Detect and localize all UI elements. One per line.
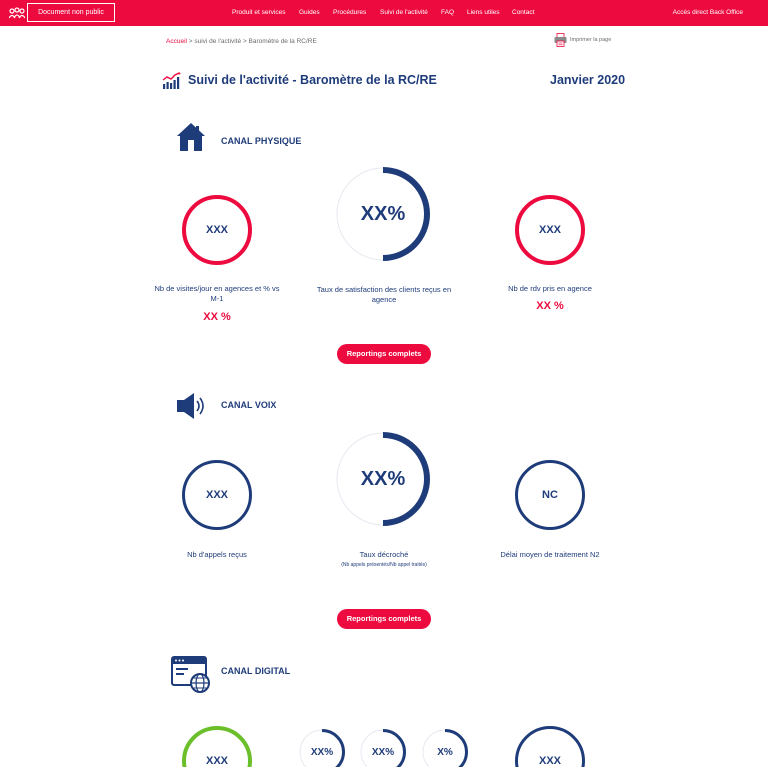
top-bar: Document non public Produit et services … [0,0,768,26]
metric-rdv-kpi: XX % [536,300,564,312]
page-date: Janvier 2020 [550,73,626,87]
metric-rdv-value: XXX [538,224,561,236]
nav-faq[interactable]: FAQ [441,9,454,16]
metric-digital-3-gauge: XX% [359,728,407,767]
metric-calls-ring: XXX [182,460,252,530]
metric-digital-1-value: XXX [205,755,228,767]
metric-digital-3-value: XX% [371,746,395,758]
back-office-link[interactable]: Accès direct Back Office [673,9,743,16]
metric-digital-4-value: X% [437,746,453,758]
section-title-digital: CANAL DIGITAL [221,666,291,676]
metric-digital-5-value: XXX [538,755,561,767]
metric-digital-2-gauge: XX% [298,728,346,767]
reportings-complets-button-physique[interactable]: Reportings complets [337,344,431,364]
print-page-button[interactable]: Imprimer la page [554,33,611,47]
metric-visits-kpi: XX % [203,311,231,323]
document-non-public-button[interactable]: Document non public [27,3,115,22]
breadcrumb-trail: > suivi de l'activité > Baromètre de la … [186,38,317,45]
group-logo-icon[interactable] [9,7,25,19]
metric-satisfaction-value: XX% [360,202,406,225]
printer-icon [554,33,567,47]
metric-visits-label: Nb de visites/jour en agences et % vs M-… [154,284,280,303]
metric-digital-2-value: XX% [310,746,334,758]
nav-guides[interactable]: Guides [299,9,320,16]
metric-rdv-label: Nb de rdv pris en agence [508,284,592,293]
nav-liens-utiles[interactable]: Liens utiles [467,9,500,16]
metric-calls-label: Nb d'appels reçus [187,550,247,559]
breadcrumb-home-link[interactable]: Accueil [166,38,187,45]
metric-satisfaction-gauge: XX% [334,165,432,263]
house-icon [177,123,205,151]
metric-pickup-label: Taux décroché [359,550,409,559]
print-page-label: Imprimer la page [570,37,612,43]
metric-digital-1-ring: XXX [182,726,252,767]
metric-pickup-value: XX% [360,467,406,490]
nav-produits-services[interactable]: Produit et services [232,9,285,16]
web-browser-globe-icon [171,656,210,693]
breadcrumb: Accueil > suivi de l'activité > Baromètr… [166,38,317,45]
metric-delay-label: Délai moyen de traitement N2 [500,550,600,559]
metric-digital-5-ring: XXX [515,726,585,767]
reportings-complets-button-voix[interactable]: Reportings complets [337,609,431,629]
metric-delay-value: NC [542,489,558,501]
nav-contact[interactable]: Contact [512,9,534,16]
metric-visits-ring: XXX [182,195,252,265]
metric-pickup-gauge: XX% [334,430,432,528]
page-title: Suivi de l'activité - Baromètre de la RC… [188,73,437,87]
metric-delay-ring: NC [515,460,585,530]
metric-calls-value: XXX [205,489,228,501]
nav-suivi-activite[interactable]: Suivi de l'activité [380,9,428,16]
metric-rdv-ring: XXX [515,195,585,265]
nav-procedures[interactable]: Procédures [333,9,366,16]
metric-satisfaction-label: Taux de satisfaction des clients reçus e… [316,285,452,304]
growth-chart-icon [162,72,181,89]
metric-pickup-sublabel: (Nb appels présentés/Nb appel traités) [341,562,427,568]
metric-visits-value: XXX [205,224,228,236]
speaker-icon [177,393,204,419]
section-title-physique: CANAL PHYSIQUE [221,136,302,146]
metric-digital-4-gauge: X% [421,728,469,767]
section-title-voix: CANAL VOIX [221,400,277,410]
